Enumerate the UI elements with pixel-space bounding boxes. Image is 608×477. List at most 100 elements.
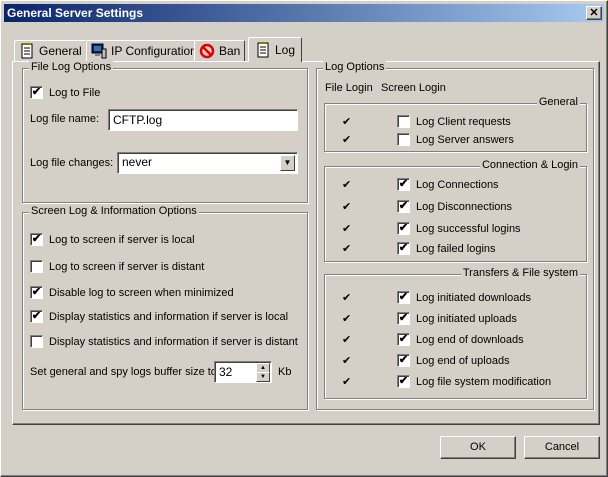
title-bar[interactable]: General Server Settings ✕ <box>4 4 604 22</box>
screen-login-row[interactable]: ✔ Log file system modification <box>397 375 551 388</box>
screen-login-row[interactable]: Log Client requests <box>397 115 511 128</box>
network-computer-icon <box>91 43 107 59</box>
connection-login-group-title: Connection & Login <box>479 159 580 171</box>
file-login-check[interactable]: ✔ <box>342 178 351 191</box>
notepad-icon <box>19 43 35 59</box>
screen-login-check[interactable]: ✔ <box>397 333 410 346</box>
file-login-check[interactable]: ✔ <box>342 354 351 367</box>
screen-login-check[interactable] <box>397 115 410 128</box>
screen-option-label: Display statistics and information if se… <box>49 335 298 348</box>
log-file-changes-select[interactable]: never ▼ <box>117 152 298 174</box>
close-button[interactable]: ✕ <box>586 6 602 20</box>
log-option-label: Log successful logins <box>416 222 521 235</box>
buffer-size-value: 32 <box>219 365 233 379</box>
log-notepad-icon <box>255 42 271 58</box>
file-login-check[interactable]: ✔ <box>342 291 351 304</box>
screen-login-row[interactable]: ✔ Log initiated uploads <box>397 312 517 325</box>
log-option-label: Log Client requests <box>416 115 511 128</box>
tab-log[interactable]: Log <box>248 37 303 62</box>
log-file-name-input[interactable]: CFTP.log <box>108 109 298 131</box>
chevron-down-icon[interactable]: ▼ <box>280 155 295 171</box>
settings-dialog: General Server Settings ✕ General IP Con… <box>0 0 608 477</box>
log-option-label: Log initiated downloads <box>416 291 531 304</box>
screen-login-row[interactable]: ✔ Log end of uploads <box>397 354 510 367</box>
file-login-check[interactable]: ✔ <box>342 333 351 346</box>
log-to-file-check[interactable]: ✔ <box>30 86 43 99</box>
screen-option-check[interactable] <box>30 260 43 273</box>
tab-ban-label: Ban <box>219 43 241 58</box>
screen-login-check[interactable]: ✔ <box>397 178 410 191</box>
cancel-button[interactable]: Cancel <box>524 436 600 459</box>
screen-login-row[interactable]: ✔ Log failed logins <box>397 242 496 255</box>
screen-login-row[interactable]: ✔ Log Connections <box>397 178 499 191</box>
file-login-check[interactable]: ✔ <box>342 242 351 255</box>
log-option-label: Log end of uploads <box>416 354 510 367</box>
file-log-options-group: File Log Options ✔ Log to File Log file … <box>22 61 308 203</box>
buffer-size-input[interactable]: 32 ▲ ▼ <box>214 361 272 383</box>
connection-login-group: Connection & Login ✔ ✔ Log Connections ✔… <box>324 159 587 262</box>
tab-general[interactable]: General <box>14 40 87 61</box>
general-log-group-title: General <box>536 96 580 108</box>
window-title: General Server Settings <box>7 6 144 20</box>
screen-login-row[interactable]: Log Server answers <box>397 133 514 146</box>
file-login-check[interactable]: ✔ <box>342 375 351 388</box>
log-file-changes-value: never <box>122 155 153 169</box>
screen-login-row[interactable]: ✔ Log end of downloads <box>397 333 524 346</box>
tab-ip-configuration[interactable]: IP Configuration <box>86 40 202 61</box>
screen-login-check[interactable]: ✔ <box>397 242 410 255</box>
log-option-label: Log Connections <box>416 178 499 191</box>
log-file-changes-label: Log file changes: <box>30 157 114 169</box>
log-option-label: Log failed logins <box>416 242 496 255</box>
screen-option-check[interactable]: ✔ <box>30 233 43 246</box>
screen-login-check[interactable]: ✔ <box>397 291 410 304</box>
screen-option-label: Log to screen if server is distant <box>49 260 205 273</box>
screen-option-check[interactable]: ✔ <box>30 310 43 323</box>
log-file-name-label: Log file name: <box>30 113 100 125</box>
file-login-check[interactable]: ✔ <box>342 133 351 146</box>
screen-login-row[interactable]: ✔ Log successful logins <box>397 222 521 235</box>
log-option-label: Log initiated uploads <box>416 312 517 325</box>
log-option-label: Log file system modification <box>416 375 552 388</box>
tab-ban[interactable]: Ban <box>194 40 246 61</box>
file-login-check[interactable]: ✔ <box>342 200 351 213</box>
screen-login-row[interactable]: ✔ Log initiated downloads <box>397 291 531 304</box>
screen-login-check[interactable]: ✔ <box>397 222 410 235</box>
screen-option-label: Disable log to screen when minimized <box>49 286 234 299</box>
log-to-file-label: Log to File <box>49 86 101 99</box>
log-option-label: Log end of downloads <box>416 333 524 346</box>
general-log-group: General ✔ Log Client requests ✔ Log Serv… <box>324 96 587 152</box>
spin-down-icon[interactable]: ▼ <box>256 372 270 382</box>
screen-option-check[interactable]: ✔ <box>30 286 43 299</box>
log-option-label: Log Server answers <box>416 133 514 146</box>
screen-login-check[interactable]: ✔ <box>397 354 410 367</box>
screen-option-label: Display statistics and information if se… <box>49 310 289 323</box>
screen-option-row[interactable]: ✔ Log to screen if server is local <box>30 233 195 246</box>
screen-option-row[interactable]: Log to screen if server is distant <box>30 260 204 273</box>
file-log-options-title: File Log Options <box>29 61 114 73</box>
screen-login-column-header: Screen Login <box>381 82 446 94</box>
file-login-check[interactable]: ✔ <box>342 222 351 235</box>
screen-option-label: Log to screen if server is local <box>49 233 195 246</box>
screen-login-check[interactable]: ✔ <box>397 200 410 213</box>
file-login-check[interactable]: ✔ <box>342 312 351 325</box>
transfers-file-system-group-title: Transfers & File system <box>460 267 580 279</box>
log-to-file-checkbox[interactable]: ✔ Log to File <box>30 86 100 99</box>
transfers-file-system-group: Transfers & File system ✔ ✔ Log initiate… <box>324 267 587 399</box>
screen-login-check[interactable]: ✔ <box>397 375 410 388</box>
screen-log-options-group: Screen Log & Information Options ✔ Log t… <box>22 205 308 410</box>
screen-option-row[interactable]: ✔ Display statistics and information if … <box>30 310 288 323</box>
screen-login-check[interactable] <box>397 133 410 146</box>
tab-log-label: Log <box>275 42 296 57</box>
ban-icon <box>199 43 215 59</box>
screen-option-check[interactable] <box>30 335 43 348</box>
screen-option-row[interactable]: ✔ Disable log to screen when minimized <box>30 286 234 299</box>
tab-ip-configuration-label: IP Configuration <box>111 43 197 58</box>
screen-log-options-title: Screen Log & Information Options <box>29 205 199 217</box>
screen-login-row[interactable]: ✔ Log Disconnections <box>397 200 512 213</box>
screen-login-check[interactable]: ✔ <box>397 312 410 325</box>
log-options-group: Log Options File Login Screen Login Gene… <box>316 61 594 410</box>
buffer-size-unit: Kb <box>278 366 292 378</box>
ok-button[interactable]: OK <box>440 436 516 459</box>
screen-option-row[interactable]: Display statistics and information if se… <box>30 335 298 348</box>
file-login-check[interactable]: ✔ <box>342 115 351 128</box>
